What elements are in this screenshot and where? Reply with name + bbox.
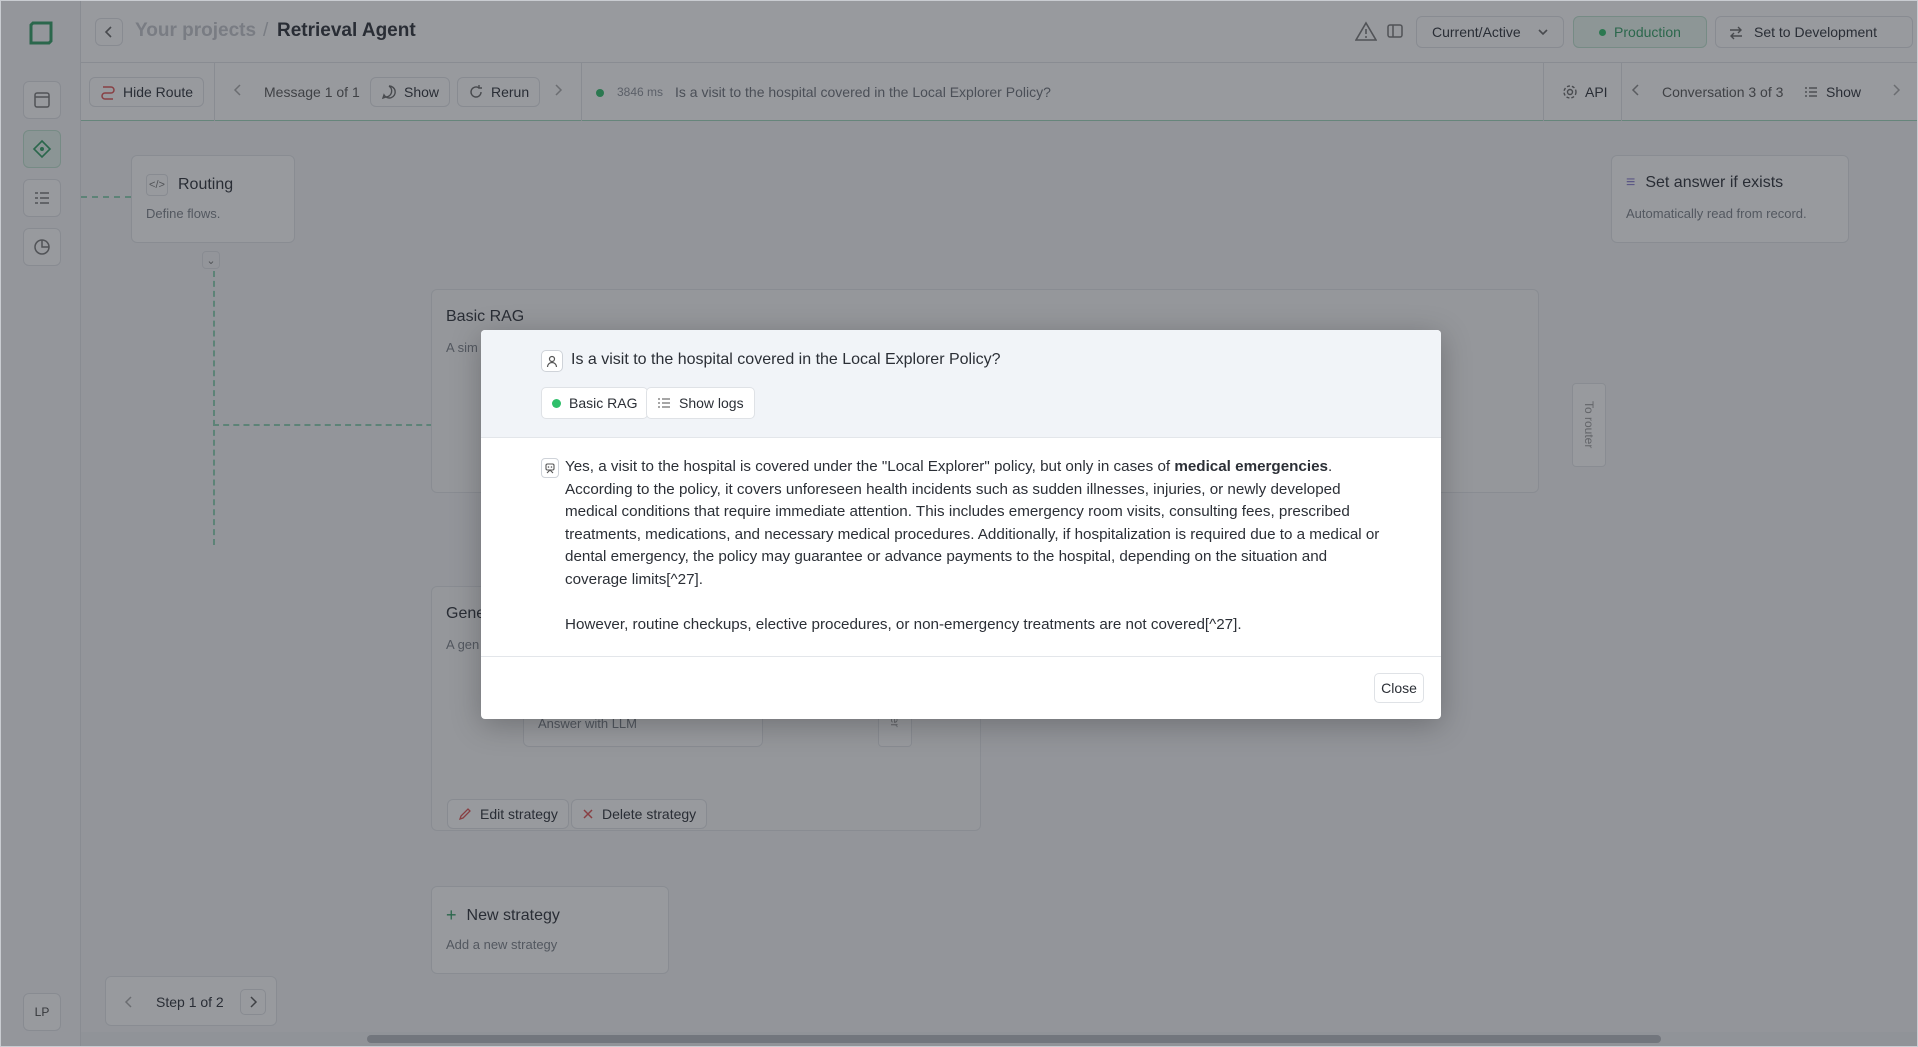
status-dot <box>552 398 561 408</box>
table-list-icon <box>658 398 670 408</box>
strategy-chip[interactable]: Basic RAG <box>541 387 649 419</box>
modal-answer: Yes, a visit to the hospital is covered … <box>565 456 1385 636</box>
answer-paragraph: However, routine checkups, elective proc… <box>565 615 1242 633</box>
bot-icon <box>541 458 559 478</box>
show-logs-button[interactable]: Show logs <box>646 387 755 419</box>
user-icon <box>541 350 563 372</box>
modal-question-section: Is a visit to the hospital covered in th… <box>481 330 1441 438</box>
answer-bold-text: medical emergencies <box>1174 458 1328 475</box>
answer-text: . According to the policy, it covers unf… <box>565 458 1380 588</box>
modal-question: Is a visit to the hospital covered in th… <box>571 351 1001 368</box>
show-logs-label: Show logs <box>679 395 744 411</box>
app-window: LP Your projects / Retrieval Agent Curre… <box>0 0 1918 1047</box>
message-modal: Is a visit to the hospital covered in th… <box>481 330 1441 719</box>
answer-paragraph: Yes, a visit to the hospital is covered … <box>565 456 1385 591</box>
close-button[interactable]: Close <box>1374 673 1424 703</box>
answer-text: Yes, a visit to the hospital is covered … <box>565 458 1175 475</box>
strategy-chip-label: Basic RAG <box>569 395 638 411</box>
modal-footer-divider <box>481 656 1441 657</box>
